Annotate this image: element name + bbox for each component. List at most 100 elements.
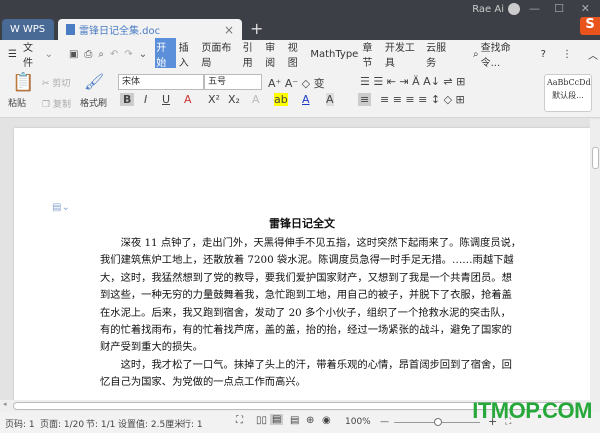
menu-insert[interactable]: 插入 [178,38,199,70]
menu-developer[interactable]: 开发工具 [384,38,423,70]
text-line: 到这些，一种无穷的力量鼓舞着我，急忙跑到工地，用自己的被子，并脱下了衣服，抢着盖 [100,289,512,302]
zoom-out-button[interactable]: — [380,417,389,427]
menu-bar: ☰ 文件 ⌄ ▣ ⎙ ⌕ ↶ ↷ ⌄ 开始 插入 页面布局 引用 审阅 视图 Ma… [0,38,600,70]
vertical-scrollbar[interactable] [590,119,600,400]
style-gallery[interactable]: AaBbCcDd 默认段... [544,74,592,112]
doc-file-icon [66,24,75,35]
menu-chapter[interactable]: 章节 [361,38,382,70]
user-account[interactable]: Rae Ai [472,3,520,15]
format-painter-button[interactable]: 格式刷 [80,96,107,109]
italic-button[interactable]: I [144,93,147,106]
paste-button[interactable]: 粘贴 [8,96,26,109]
chevron-down-icon: ⌄ [44,48,53,60]
paste-icon[interactable]: 📋 [12,72,34,93]
new-tab-button[interactable]: + [250,19,263,38]
scroll-left-icon[interactable]: ◂ [3,400,7,408]
window-close-button[interactable]: ✕ [581,2,590,15]
list-icons[interactable]: ☰ ☰ ⇤ ⇥ Ä A↓ ⇌ ⊞ [360,75,465,88]
bold-button[interactable]: B [120,93,135,106]
row: 行: 1 [182,420,203,430]
document-page[interactable]: ▤⌄ 雷锋日记全文 深夜 11 点钟了，走出门外，天黑得伸手不见五指，这时突然下… [14,128,590,408]
highlight-button[interactable]: ab [274,93,288,106]
outline-view-icon[interactable]: ▤ [290,415,299,426]
text-line: 有的忙着找雨布，有的忙着找芦席，盖的盖，抬的抬，经过一场紧张的战斗，避免了国家的 [100,324,512,337]
document-body: 深夜 11 点钟了，走出门外，天黑得伸手不见五指，这时突然下起雨来了。陈调度员说… [100,235,522,392]
doc-nav-icon[interactable]: ▤⌄ [52,202,70,213]
superscript-button[interactable]: X² [208,93,220,106]
text-line: 深夜 11 点钟了，走出门外，天黑得伸手不见五指，这时突然下起雨来了。陈调度员说… [100,237,522,249]
text-line: 财产受到重大的损失。 [100,341,203,354]
tab-wps[interactable]: W WPS [2,19,54,40]
maximize-button[interactable]: ☐ [554,2,564,15]
text-line: 在水泥上。后来，我又跑到宿舍，发动了 20 多个小伙子，组织了一个抢救水泥的突击… [100,306,511,319]
more-icon[interactable]: ⋮ [562,49,572,60]
ribbon-toolbar: 📋 粘贴 ✂ 剪切 ❐ 复制 🖌 格式刷 宋体 五号 A⁺ A⁻ ◇ 变 B I… [0,68,600,118]
menu-page-layout[interactable]: 页面布局 [200,38,239,70]
menu-start[interactable]: 开始 [155,38,176,70]
section: 节: 1/1 [86,420,116,430]
text-line: 忆自己为国家、为党做的一点点工作而高兴。 [100,376,306,389]
undo-icon[interactable]: ↶ [110,49,118,60]
document-area: ▤⌄ 雷锋日记全文 深夜 11 点钟了，走出门外，天黑得伸手不见五指，这时突然下… [0,119,590,408]
page-count[interactable]: 页面: 1/20 [40,417,84,430]
document-title: 雷锋日记全文 [269,217,335,230]
doc-tab-label: 雷锋日记全集.doc [79,26,161,37]
strikethrough-button[interactable]: A [184,93,192,106]
subscript-button[interactable]: X₂ [228,93,240,106]
align-icons[interactable]: ≡ ≡ ≡ ≡ ↕ ◇ ⊞ [380,93,465,106]
vertical-scroll-thumb[interactable] [592,147,599,169]
menu-file[interactable]: 文件 [22,38,43,70]
copy-button[interactable]: ❐ 复制 [42,97,71,110]
text-line: 这时，我才松了一口气。抹掉了头上的汗，带着乐观的心情，昂首阔步回到了宿舍，回 [100,358,512,371]
collapse-ribbon-icon[interactable]: ︿ [588,47,598,62]
font-color-button[interactable]: A [302,93,310,106]
menu-cloud[interactable]: 云服务 [425,38,455,70]
menu-review[interactable]: 审阅 [264,38,285,70]
command-search[interactable]: 查找命令... [481,39,527,69]
page-view-icon[interactable]: ▤ [270,414,284,425]
underline-button[interactable]: U [162,93,170,106]
grow-font-icon[interactable]: A⁺ A⁻ ◇ 变 [268,75,325,91]
minimize-button[interactable]: — [529,2,540,15]
search-icon: ⌕ [473,48,479,60]
avatar [508,3,520,15]
print-preview-icon[interactable]: ⌕ [98,49,104,60]
format-painter-icon[interactable]: 🖌 [84,72,104,91]
sogou-ime-icon[interactable]: S [580,17,600,35]
cut-button[interactable]: ✂ 剪切 [42,76,70,89]
save-icon[interactable]: ▣ [69,49,78,60]
align-left-button[interactable]: ≡ [358,93,372,106]
zoom-slider-thumb[interactable] [434,418,442,426]
hamburger-icon[interactable]: ☰ [8,49,17,60]
page-number: 页码: 1 [5,420,35,430]
menu-view[interactable]: 视图 [287,38,308,70]
text-effect-button[interactable]: A [252,93,260,106]
char-shading-button[interactable]: A [326,93,334,106]
cut-label: 剪切 [52,79,71,89]
reading-mode-icon[interactable]: ▯▯ [256,415,267,426]
watermark-logo: ITMOP.COM [472,398,592,423]
fullscreen-icon[interactable]: ⛶ [236,415,243,426]
copy-label: 复制 [52,100,71,110]
setting-value: 设置值: 2.5厘米 [118,420,184,430]
more-dropdown-icon[interactable]: ⌄ [139,49,147,60]
menu-mathtype[interactable]: MathType [309,48,359,61]
text-line: 我们建筑焦炉工地上，还散放着 7200 袋水泥。陈调度员急得一时手足无措。……雨… [100,254,514,267]
redo-icon[interactable]: ↷ [124,49,132,60]
wps-logo-icon: W [10,24,20,35]
eye-protection-icon[interactable]: ◉ [322,415,331,426]
style-preview: AaBbCcDd [547,78,591,87]
font-family-select[interactable]: 宋体 [118,74,204,90]
close-tab-button[interactable]: × [224,23,234,37]
zoom-level[interactable]: 100% [345,417,371,427]
title-bar: W WPS 雷锋日记全集.doc × + Rae Ai — ☐ ✕ S [0,0,600,40]
tab-document[interactable]: 雷锋日记全集.doc × [58,19,242,40]
wps-tab-label: WPS [22,24,46,35]
menu-reference[interactable]: 引用 [242,38,263,70]
font-size-select[interactable]: 五号 [204,74,262,90]
zoom-slider[interactable] [394,418,480,426]
user-name: Rae Ai [472,3,504,15]
help-button[interactable]: ? [541,49,546,60]
web-view-icon[interactable]: ⊕ [306,415,314,426]
print-icon[interactable]: ⎙ [84,49,92,60]
